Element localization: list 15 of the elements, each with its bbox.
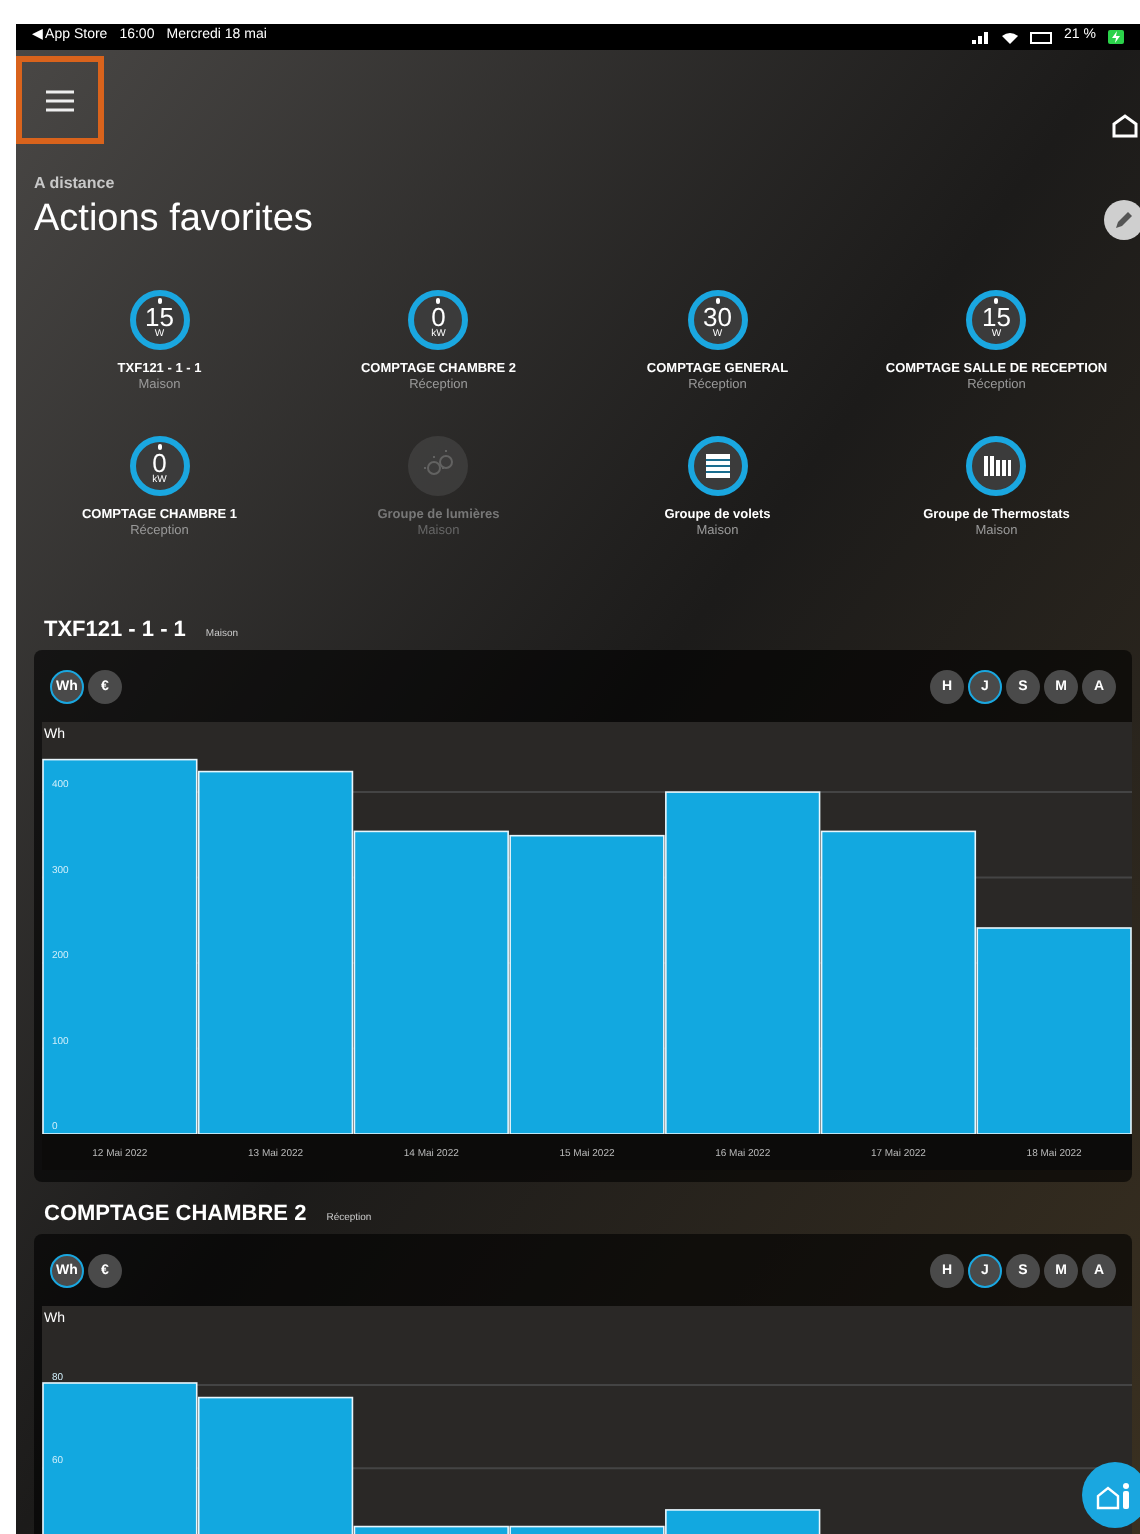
battery-saver-icon [1030, 31, 1053, 43]
house-person-icon [1095, 1481, 1135, 1509]
charging-battery-icon [1108, 30, 1124, 44]
wifi-icon [1002, 31, 1019, 43]
section-subtitle: A distance [34, 174, 117, 194]
menu-button[interactable] [16, 56, 104, 144]
page-title: Actions favorites [34, 195, 313, 244]
bar[interactable] [509, 1525, 665, 1534]
bar[interactable] [353, 1525, 509, 1534]
chart-title: COMPTAGE CHAMBRE 2 [44, 1200, 307, 1230]
pencil-icon [1114, 210, 1134, 230]
menu-icon [46, 89, 74, 111]
chart-title: TXF121 - 1 - 1 [44, 616, 186, 646]
home-icon[interactable] [1112, 114, 1138, 138]
signal-icon [972, 31, 991, 43]
